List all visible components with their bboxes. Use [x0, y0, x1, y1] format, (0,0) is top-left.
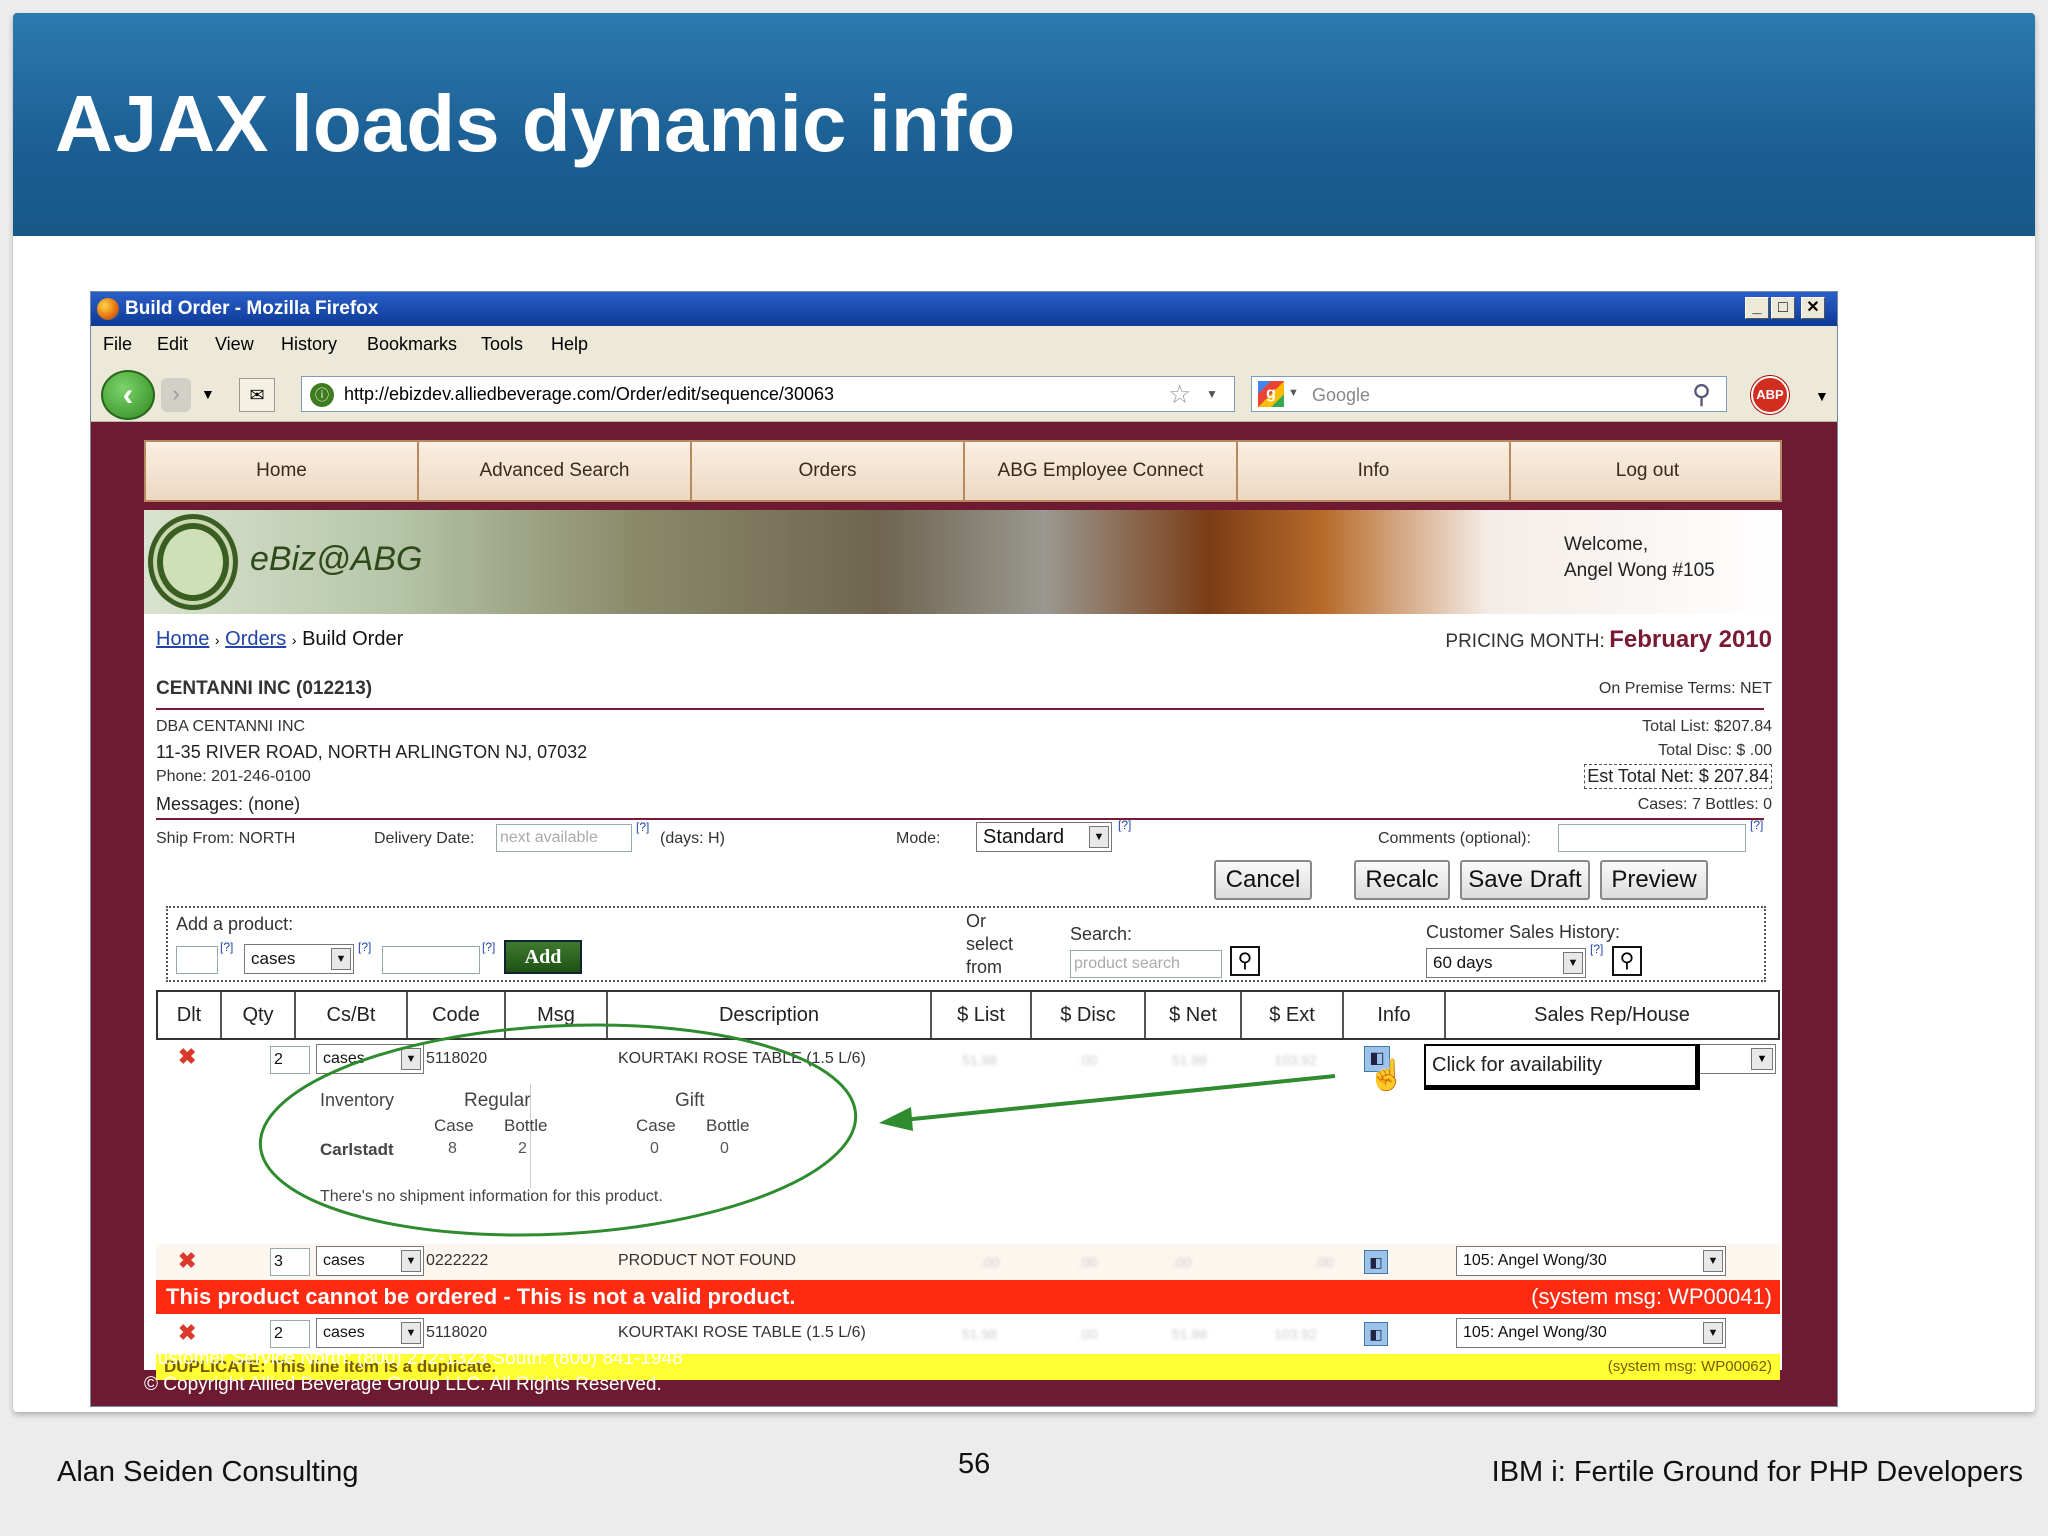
slide: AJAX loads dynamic info Build Order - Mo… — [13, 13, 2035, 1412]
annotation-ellipse — [258, 1023, 858, 1237]
slide-page-number: 56 — [958, 1448, 991, 1480]
annotation-arrow-line — [902, 1074, 1336, 1122]
annotation-arrow-head — [879, 1107, 913, 1131]
annotation-overlay — [258, 1023, 1336, 1237]
slide-footer-author: Alan Seiden Consulting — [57, 1456, 359, 1488]
slide-footer-title: IBM i: Fertile Ground for PHP Developers — [1491, 1456, 2023, 1488]
